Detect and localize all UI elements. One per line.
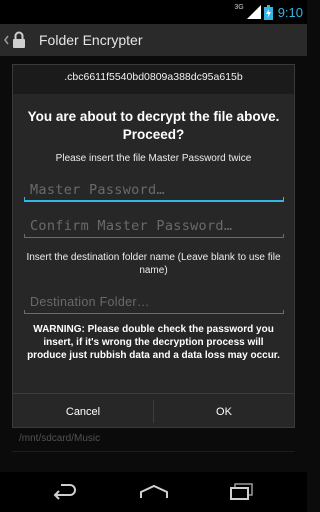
confirm-password-field[interactable] bbox=[24, 215, 284, 238]
master-password-input[interactable] bbox=[24, 179, 284, 201]
ok-button[interactable]: OK bbox=[154, 394, 294, 429]
master-password-field[interactable] bbox=[24, 179, 284, 202]
dialog-title: You are about to decrypt the file above.… bbox=[27, 109, 280, 142]
destination-folder-field[interactable] bbox=[24, 291, 284, 314]
app-title: Folder Encrypter bbox=[39, 32, 143, 48]
clock: 9:10 bbox=[277, 4, 303, 20]
confirm-password-input[interactable] bbox=[24, 215, 284, 237]
status-icons: 3G 9:10 bbox=[234, 2, 303, 22]
dialog-subtitle: Please insert the file Master Password t… bbox=[55, 153, 252, 164]
destination-note: Insert the destination folder name (Leav… bbox=[26, 252, 281, 276]
back-icon bbox=[53, 484, 76, 500]
battery-icon bbox=[263, 4, 273, 20]
recent-apps-button[interactable] bbox=[222, 480, 262, 504]
recent-apps-icon bbox=[230, 483, 253, 500]
signal-icon bbox=[246, 5, 261, 19]
warning-text: WARNING: Please double check the passwor… bbox=[27, 324, 280, 361]
cancel-button[interactable]: Cancel bbox=[13, 394, 153, 429]
lock-icon[interactable] bbox=[4, 31, 32, 49]
destination-folder-input[interactable] bbox=[24, 291, 284, 313]
file-hash: .cbc6611f5540bd0809a388dc95a615b bbox=[64, 71, 243, 83]
action-bar: Folder Encrypter bbox=[0, 24, 307, 56]
dialog-header: .cbc6611f5540bd0809a388dc95a615b bbox=[13, 65, 294, 94]
decrypt-dialog: .cbc6611f5540bd0809a388dc95a615b You are… bbox=[12, 64, 295, 428]
network-type: 3G bbox=[234, 3, 244, 11]
home-icon bbox=[140, 484, 168, 498]
navigation-bar bbox=[0, 472, 307, 512]
home-button[interactable] bbox=[134, 480, 174, 504]
back-button[interactable] bbox=[45, 480, 85, 504]
dialog-buttons: Cancel OK bbox=[13, 393, 294, 429]
status-bar: 3G 9:10 bbox=[0, 0, 307, 24]
